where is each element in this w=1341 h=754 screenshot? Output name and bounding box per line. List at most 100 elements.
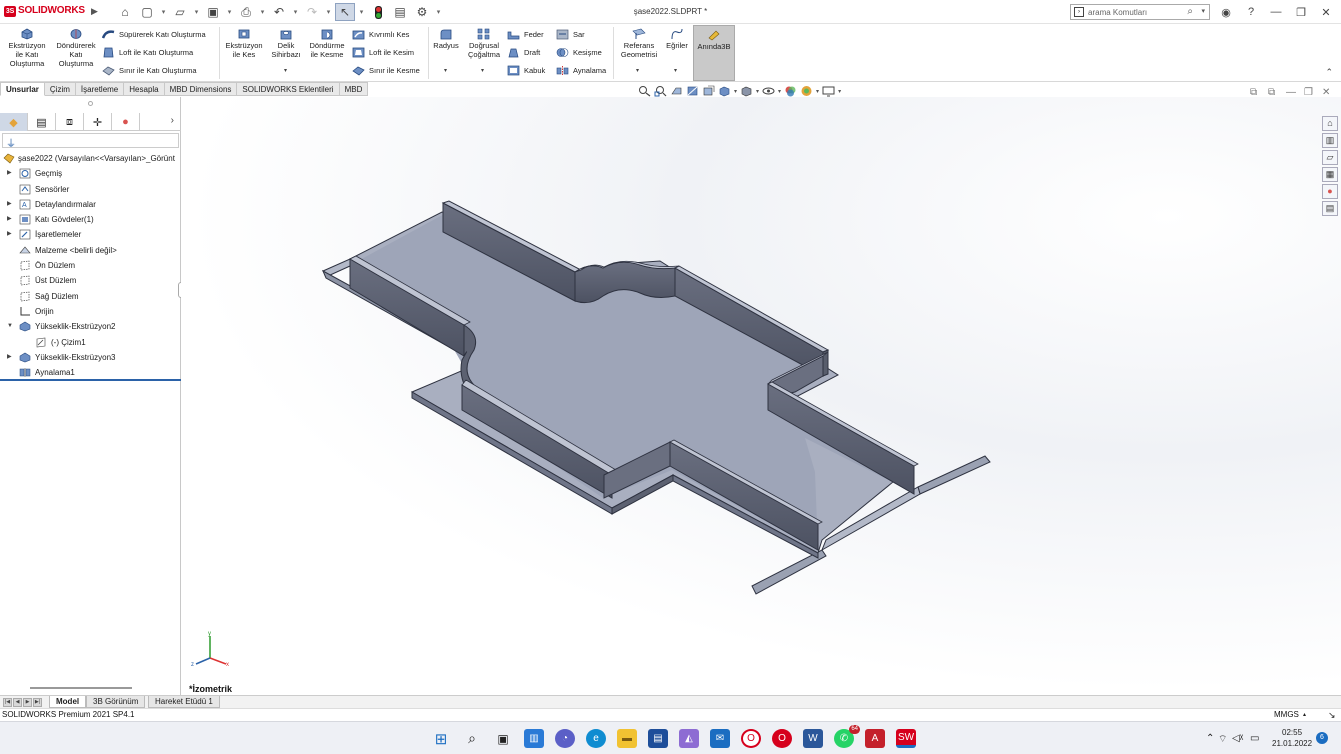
revolve-cut-button[interactable]: Döndürme ile Kesme xyxy=(306,28,348,59)
tab-3d-view[interactable]: 3B Görünüm xyxy=(86,696,146,708)
view-palette-icon[interactable]: ▦ xyxy=(1322,167,1338,182)
shell-button[interactable]: Kabuk xyxy=(507,65,545,76)
fillet-dropdown-icon[interactable]: ▾ xyxy=(444,67,447,74)
expand-arrow-icon[interactable]: ▶ xyxy=(7,350,12,365)
curves-button[interactable]: Eğriler xyxy=(664,28,690,50)
sweep-boss-button[interactable]: Süpürerek Katı Oluşturma xyxy=(102,29,206,40)
configurationmanager-tab-icon[interactable]: ⧈ xyxy=(56,113,84,131)
curves-dropdown-icon[interactable]: ▾ xyxy=(674,67,677,74)
wrap-button[interactable]: Sar xyxy=(556,29,585,40)
more-tabs-icon[interactable]: › xyxy=(171,115,174,126)
hide-show-dropdown-icon[interactable]: ▾ xyxy=(778,88,781,95)
command-search-box[interactable]: › arama Komutları ⌕ ▾ xyxy=(1070,4,1210,20)
notifications-badge[interactable]: 6 xyxy=(1316,732,1328,744)
rib-button[interactable]: Feder xyxy=(507,29,544,40)
edge-icon[interactable]: e xyxy=(586,729,606,748)
zoom-to-area-icon[interactable] xyxy=(654,85,667,97)
tree-root[interactable]: şase2022 (Varsayılan<<Varsayılan>_Görünt xyxy=(0,151,181,166)
tree-item-front-plane[interactable]: Ön Düzlem xyxy=(0,258,181,273)
volume-icon[interactable]: ◁ᵡ xyxy=(1232,733,1243,744)
task-view-icon[interactable]: ▣ xyxy=(493,729,513,748)
display-style-dropdown-icon[interactable]: ▾ xyxy=(756,88,759,95)
collapse-ribbon-icon[interactable]: ⌃ xyxy=(1325,67,1333,78)
zoom-to-fit-icon[interactable] xyxy=(638,85,651,97)
previous-view-icon[interactable] xyxy=(670,85,683,97)
file-explorer-icon[interactable]: ▱ xyxy=(1322,150,1338,165)
tree-item-right-plane[interactable]: Sağ Düzlem xyxy=(0,289,181,304)
tree-item-extrude2[interactable]: ▼ Yükseklik-Ekstrüzyon2 xyxy=(0,319,181,334)
tree-filter-bar[interactable]: ⏚ xyxy=(2,133,179,150)
tree-item-sketch1[interactable]: (-) Çizim1 xyxy=(0,335,181,350)
help-icon[interactable]: ? xyxy=(1241,4,1261,20)
tab-evaluate[interactable]: Hesapla xyxy=(124,82,165,96)
edit-appearance-icon[interactable] xyxy=(784,85,797,97)
apply-scene-icon[interactable] xyxy=(800,85,813,97)
acrobat-icon[interactable]: A xyxy=(865,729,885,748)
view-orientation-dropdown-icon[interactable]: ▾ xyxy=(734,88,737,95)
tree-item-origin[interactable]: Orijin xyxy=(0,304,181,319)
search-dropdown-icon[interactable]: ▾ xyxy=(1201,7,1205,15)
intersect-button[interactable]: Kesişme xyxy=(556,47,602,58)
solidworks-taskbar-icon[interactable]: SW xyxy=(896,729,916,748)
tab-solidworks-addins[interactable]: SOLIDWORKS Eklentileri xyxy=(237,82,340,96)
view-orientation-icon[interactable] xyxy=(718,85,731,97)
store-icon[interactable]: ▤ xyxy=(648,729,668,748)
tab-markup[interactable]: İşaretleme xyxy=(75,82,125,96)
loft-boss-button[interactable]: Loft ile Katı Oluşturma xyxy=(102,47,193,58)
tree-item-sensors[interactable]: Sensörler xyxy=(0,182,181,197)
pattern-dropdown-icon[interactable]: ▾ xyxy=(481,67,484,74)
hole-wizard-dropdown-icon[interactable]: ▾ xyxy=(284,67,287,74)
unit-system-selector[interactable]: MMGS xyxy=(1274,710,1299,719)
expand-arrow-icon[interactable]: ▶ xyxy=(7,212,12,227)
draft-button[interactable]: Draft xyxy=(507,47,540,58)
section-view-icon[interactable] xyxy=(686,85,699,97)
dimxpertmanager-tab-icon[interactable]: ✛ xyxy=(84,113,112,131)
hide-show-items-icon[interactable] xyxy=(762,85,775,97)
tab-motion-study[interactable]: Hareket Etüdü 1 xyxy=(148,696,220,708)
taskbar-search-icon[interactable]: ⌕ xyxy=(462,729,482,748)
tab-features[interactable]: Unsurlar xyxy=(0,82,45,96)
expand-arrow-icon[interactable]: ▶ xyxy=(7,227,12,242)
units-dropdown-icon[interactable]: ▴ xyxy=(1303,711,1306,718)
account-icon[interactable]: ◉ xyxy=(1216,4,1236,20)
extrude-cut-button[interactable]: Ekstrüzyon ile Kes xyxy=(222,28,266,59)
word-icon[interactable]: W xyxy=(803,729,823,748)
expand-arrow-icon[interactable]: ▶ xyxy=(7,197,12,212)
swept-cut-button[interactable]: Kıvrımlı Kes xyxy=(352,29,409,40)
view-settings-icon[interactable] xyxy=(822,85,835,97)
featuremanager-tab-icon[interactable]: ◆ xyxy=(0,113,28,131)
chat-icon[interactable]: ◔ xyxy=(555,729,575,748)
appearances-icon[interactable]: ● xyxy=(1322,184,1338,199)
expand-arrow-icon[interactable]: ▶ xyxy=(7,166,12,181)
apply-scene-dropdown-icon[interactable]: ▾ xyxy=(816,88,819,95)
part-model[interactable] xyxy=(181,97,1341,695)
propertymanager-tab-icon[interactable]: ▤ xyxy=(28,113,56,131)
whatsapp-icon[interactable]: ✆ 64 xyxy=(834,725,860,748)
opera-icon[interactable]: O xyxy=(741,729,761,748)
tree-item-solid-bodies[interactable]: ▶ Katı Gövdeler(1) xyxy=(0,212,181,227)
boundary-boss-button[interactable]: Sınır ile Katı Oluşturma xyxy=(102,65,197,76)
close-icon[interactable]: ✕ xyxy=(1316,4,1336,20)
photos-icon[interactable]: ◭ xyxy=(679,729,699,748)
reference-geometry-button[interactable]: Referans Geometrisi xyxy=(616,28,662,59)
minimize-icon[interactable]: — xyxy=(1266,4,1286,20)
search-icon[interactable]: ⌕ xyxy=(1187,6,1193,17)
tab-mbd-dimensions[interactable]: MBD Dimensions xyxy=(164,82,238,96)
boundary-cut-button[interactable]: Sınır ile Kesme xyxy=(352,65,420,76)
tree-item-markups[interactable]: ▶ İşaretlemeler xyxy=(0,227,181,242)
horizontal-scrollbar[interactable] xyxy=(30,687,132,689)
view-settings-dropdown-icon[interactable]: ▾ xyxy=(838,88,841,95)
battery-icon[interactable]: ▭ xyxy=(1250,733,1259,744)
opera-gx-icon[interactable]: O xyxy=(772,729,792,748)
collapse-arrow-icon[interactable]: ▼ xyxy=(7,319,13,334)
hole-wizard-button[interactable]: Delik Sihirbazı xyxy=(266,28,306,59)
tab-sketch[interactable]: Çizim xyxy=(44,82,76,96)
reference-geometry-dropdown-icon[interactable]: ▾ xyxy=(636,67,639,74)
linear-pattern-button[interactable]: Doğrusal Çoğaltma xyxy=(463,28,505,59)
first-tab-icon[interactable]: |◀ xyxy=(3,698,12,707)
tree-item-material[interactable]: Malzeme <belirli değil> xyxy=(0,243,181,258)
tab-model[interactable]: Model xyxy=(49,696,87,708)
rollback-bar[interactable] xyxy=(0,379,181,381)
tree-item-annotations[interactable]: ▶ A Detaylandırmalar xyxy=(0,197,181,212)
tab-mbd[interactable]: MBD xyxy=(339,82,369,96)
